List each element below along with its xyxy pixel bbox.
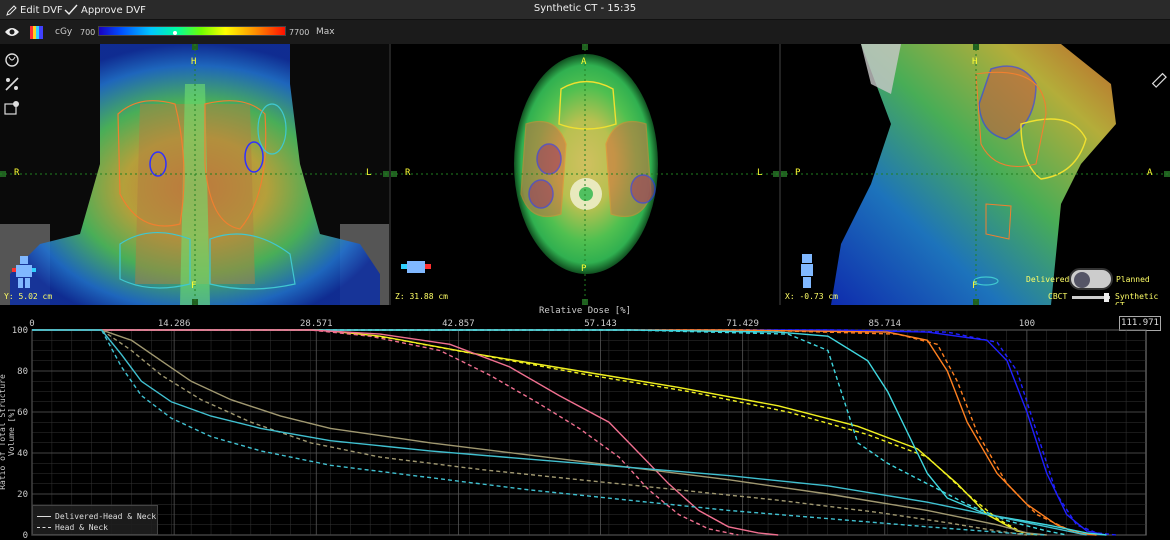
x-tick-label: 100 (1019, 319, 1035, 329)
dvh-chart[interactable]: 0 14.286 28.571 42.857 57.143 71.429 85.714 100… (0, 305, 1170, 540)
legend-solid-swatch (37, 516, 51, 517)
legend-dashed-swatch (37, 527, 51, 528)
approve-dvf-label: Approve DVF (81, 4, 146, 16)
x-tick-label: 0 (29, 319, 34, 329)
slider-knob (1104, 293, 1109, 302)
delivered-label: Delivered (1026, 275, 1070, 284)
axial-right-label: L (757, 168, 763, 178)
dose-min-value: 700 (80, 27, 96, 37)
x-tick-label: 57.143 (584, 319, 617, 329)
sagittal-viewport[interactable]: H F P A X: -0.73 cm (781, 44, 1170, 305)
checkmark-icon (64, 4, 78, 16)
eye-icon (5, 28, 19, 36)
coronal-left-label: R (14, 168, 20, 178)
display-toggles: Delivered Planned CBCT Synthetic CT (1022, 268, 1170, 310)
cbct-label: CBCT (1048, 292, 1068, 301)
pencil-icon (6, 4, 17, 16)
orientation-figure-icon (12, 256, 36, 288)
y-tick-label: 20 (17, 490, 28, 500)
coronal-right-label: L (366, 168, 372, 178)
dose-max-label: Max (316, 27, 335, 37)
sagittal-image (781, 44, 1170, 305)
ruler-icon[interactable] (1151, 72, 1167, 88)
approve-dvf-button[interactable]: Approve DVF (64, 2, 146, 18)
ruler-percent-icon[interactable] (4, 76, 20, 92)
top-bar: Edit DVF Approve DVF Synthetic CT - 15:3… (0, 0, 1170, 20)
dose-colorbar[interactable] (98, 26, 286, 36)
axial-left-label: R (405, 168, 411, 178)
dvh-legend: Delivered-Head & Neck Head & Neck (32, 505, 158, 535)
axial-viewport[interactable]: A P R L Z: 31.88 cm (391, 44, 779, 305)
x-tick-label: 71.429 (726, 319, 759, 329)
viewport-divider (779, 44, 781, 305)
brain-icon[interactable] (4, 52, 20, 68)
y-tick-label: 80 (17, 367, 28, 377)
viewports: H F R L Y: 5.02 cm A P R L Z: 31.88 cm H… (0, 44, 1170, 305)
y-tick-label: 60 (17, 408, 28, 418)
legend-solid: Delivered-Head & Neck (37, 512, 156, 521)
edit-dvf-button[interactable]: Edit DVF (6, 2, 63, 18)
dose-unit: cGy (55, 27, 73, 37)
y-tick-label: 40 (17, 449, 28, 459)
delivered-planned-switch[interactable] (1069, 268, 1113, 290)
dose-toolbar: cGy 700 7700 Max (0, 20, 1170, 44)
y-tick-label: 100 (12, 326, 28, 336)
axial-coordinate: Z: 31.88 cm (395, 292, 448, 301)
window-title: Synthetic CT - 15:35 (533, 3, 637, 14)
visibility-toggle[interactable] (4, 20, 20, 44)
viewport-divider (389, 44, 391, 305)
x-tick-label: 85.714 (869, 319, 902, 329)
cbct-synthetic-slider[interactable] (1072, 293, 1110, 302)
legend-dashed-label: Head & Neck (55, 523, 108, 532)
edit-dvf-label: Edit DVF (20, 4, 63, 16)
sagittal-bottom-label: F (972, 281, 978, 291)
switch-knob (1074, 272, 1090, 288)
export-image-icon[interactable] (4, 100, 20, 116)
x-tick-label: 28.571 (300, 319, 333, 329)
sagittal-coordinate: X: -0.73 cm (785, 292, 838, 301)
coronal-top-label: H (191, 57, 197, 67)
sagittal-right-label: A (1147, 168, 1153, 178)
y-tick-label: 0 (23, 531, 28, 540)
colormap-icon (30, 25, 43, 39)
axial-top-label: A (581, 57, 587, 67)
dose-max-value: 7700 (289, 27, 310, 37)
x-tick-label: 14.286 (158, 319, 191, 329)
x-tick-label: 42.857 (442, 319, 475, 329)
coronal-image (0, 44, 389, 305)
coronal-bottom-label: F (191, 281, 197, 291)
colorbar-handle[interactable] (173, 31, 177, 35)
colormap-button[interactable] (30, 20, 43, 44)
sagittal-left-label: P (795, 168, 801, 178)
sagittal-top-label: H (972, 57, 978, 67)
orientation-head-icon (401, 261, 431, 273)
legend-dashed: Head & Neck (37, 523, 108, 532)
dvh-panel: Relative Dose [%] 111.971 Ratio of Total… (0, 305, 1170, 540)
planned-label: Planned (1116, 275, 1150, 284)
axial-bottom-label: P (581, 264, 587, 274)
orientation-side-icon (801, 254, 813, 288)
coronal-viewport[interactable]: H F R L Y: 5.02 cm (0, 44, 389, 305)
coronal-coordinate: Y: 5.02 cm (4, 292, 53, 301)
legend-solid-label: Delivered-Head & Neck (55, 512, 157, 521)
